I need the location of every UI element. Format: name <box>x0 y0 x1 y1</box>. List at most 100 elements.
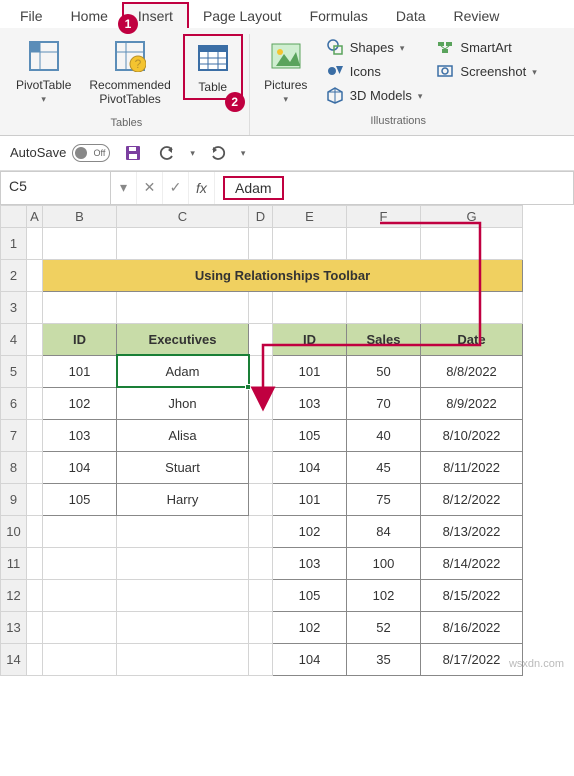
cell[interactable]: 103 <box>273 547 347 579</box>
cell[interactable]: 8/9/2022 <box>421 387 523 419</box>
name-box[interactable]: C5 <box>1 172 111 204</box>
row-header[interactable]: 10 <box>1 515 27 547</box>
tab-insert[interactable]: Insert 1 <box>122 2 189 28</box>
cell[interactable]: 102 <box>273 515 347 547</box>
cell[interactable]: 75 <box>347 483 421 515</box>
shapes-button[interactable]: Shapes ▾ <box>322 36 409 58</box>
row-header[interactable]: 9 <box>1 483 27 515</box>
cell[interactable]: 102 <box>347 579 421 611</box>
row-header[interactable]: 14 <box>1 643 27 675</box>
cell[interactable]: 105 <box>273 579 347 611</box>
cell[interactable]: 8/14/2022 <box>421 547 523 579</box>
cell[interactable]: 70 <box>347 387 421 419</box>
row-header[interactable]: 11 <box>1 547 27 579</box>
cell[interactable]: 101 <box>273 355 347 387</box>
cell[interactable]: 104 <box>273 643 347 675</box>
pictures-button[interactable]: Pictures ▾ <box>256 34 316 109</box>
cell[interactable]: Harry <box>117 483 249 515</box>
group-label-tables: Tables <box>110 115 142 131</box>
cell[interactable]: 84 <box>347 515 421 547</box>
cell[interactable]: 105 <box>43 483 117 515</box>
recommended-pivottables-button[interactable]: ? Recommended PivotTables <box>83 34 176 111</box>
tab-page-layout[interactable]: Page Layout <box>189 4 296 28</box>
cell[interactable]: Jhon <box>117 387 249 419</box>
cell[interactable]: 50 <box>347 355 421 387</box>
redo-button[interactable] <box>207 142 229 164</box>
cell[interactable]: 8/12/2022 <box>421 483 523 515</box>
table-icon <box>195 40 231 76</box>
col-header[interactable]: C <box>117 205 249 227</box>
cancel-entry-button[interactable]: ✕ <box>137 172 163 204</box>
cell[interactable]: 104 <box>43 451 117 483</box>
undo-button[interactable] <box>156 142 178 164</box>
models3d-button[interactable]: 3D Models ▾ <box>322 84 427 106</box>
tab-home[interactable]: Home <box>57 4 122 28</box>
cell[interactable]: 45 <box>347 451 421 483</box>
cell[interactable]: 40 <box>347 419 421 451</box>
spreadsheet-grid[interactable]: A B C D E F G 1 2 Using Relationships To… <box>0 205 523 676</box>
tab-file[interactable]: File <box>6 4 57 28</box>
cell[interactable]: 103 <box>273 387 347 419</box>
cell[interactable]: 8/8/2022 <box>421 355 523 387</box>
cell[interactable]: 105 <box>273 419 347 451</box>
row-header[interactable]: 2 <box>1 259 27 291</box>
cell[interactable]: 8/17/2022 <box>421 643 523 675</box>
redo-dropdown[interactable]: ▾ <box>241 148 246 159</box>
col-header[interactable]: D <box>249 205 273 227</box>
row-header[interactable]: 13 <box>1 611 27 643</box>
col-header[interactable]: E <box>273 205 347 227</box>
cell[interactable]: 8/13/2022 <box>421 515 523 547</box>
cell[interactable]: 102 <box>43 387 117 419</box>
cell[interactable]: Stuart <box>117 451 249 483</box>
namebox-dropdown[interactable]: ▾ <box>111 172 137 204</box>
cell[interactable]: 102 <box>273 611 347 643</box>
row-header[interactable]: 1 <box>1 227 27 259</box>
cell[interactable]: 101 <box>43 355 117 387</box>
cell[interactable]: 52 <box>347 611 421 643</box>
tab-formulas[interactable]: Formulas <box>296 4 382 28</box>
row-header[interactable]: 4 <box>1 323 27 355</box>
row-header[interactable]: 3 <box>1 291 27 323</box>
cell[interactable]: 100 <box>347 547 421 579</box>
col-header[interactable]: F <box>347 205 421 227</box>
cell[interactable]: 8/11/2022 <box>421 451 523 483</box>
row-header[interactable]: 5 <box>1 355 27 387</box>
smartart-button[interactable]: SmartArt <box>432 36 515 58</box>
callout-step-1: 1 <box>118 14 138 34</box>
recommended-pivottables-icon: ? <box>112 38 148 74</box>
row-header[interactable]: 8 <box>1 451 27 483</box>
insert-function-button[interactable]: fx <box>189 172 215 204</box>
row-header[interactable]: 7 <box>1 419 27 451</box>
col-header[interactable]: A <box>27 205 43 227</box>
screenshot-button[interactable]: Screenshot ▾ <box>432 60 540 82</box>
cell[interactable]: 8/15/2022 <box>421 579 523 611</box>
cell[interactable]: 101 <box>273 483 347 515</box>
cell[interactable]: 104 <box>273 451 347 483</box>
col-header[interactable]: B <box>43 205 117 227</box>
undo-dropdown[interactable]: ▾ <box>190 148 195 159</box>
row-header[interactable]: 6 <box>1 387 27 419</box>
tab-data[interactable]: Data <box>382 4 440 28</box>
cell[interactable]: 35 <box>347 643 421 675</box>
save-button[interactable] <box>122 142 144 164</box>
formula-bar[interactable]: Adam <box>215 172 573 204</box>
cell[interactable]: 8/16/2022 <box>421 611 523 643</box>
watermark: wsxdn.com <box>509 658 564 670</box>
cell[interactable]: Alisa <box>117 419 249 451</box>
fill-handle[interactable] <box>245 384 251 390</box>
ribbon-tabs: File Home Insert 1 Page Layout Formulas … <box>0 0 574 28</box>
select-all-corner[interactable] <box>1 205 27 227</box>
icons-button[interactable]: Icons <box>322 60 385 82</box>
confirm-entry-button[interactable]: ✓ <box>163 172 189 204</box>
col-header[interactable]: G <box>421 205 523 227</box>
table-header: ID <box>273 323 347 355</box>
cell[interactable]: 8/10/2022 <box>421 419 523 451</box>
pivottable-button[interactable]: PivotTable ▾ <box>10 34 77 109</box>
autosave-toggle[interactable]: AutoSave Off <box>10 144 110 162</box>
cell[interactable]: 103 <box>43 419 117 451</box>
tab-review[interactable]: Review <box>440 4 514 28</box>
table-button[interactable]: Table 2 <box>183 34 243 100</box>
cell-selected[interactable]: Adam <box>117 355 249 387</box>
row-header[interactable]: 12 <box>1 579 27 611</box>
table-header: ID <box>43 323 117 355</box>
